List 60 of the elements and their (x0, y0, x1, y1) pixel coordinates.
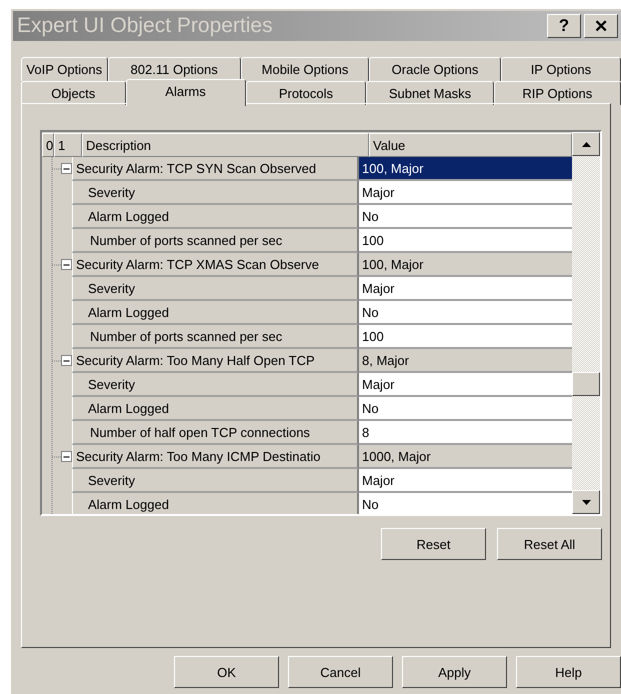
close-button[interactable]: ✕ (584, 14, 618, 38)
property-value[interactable]: Major (359, 277, 572, 301)
property-value[interactable]: 100 (359, 325, 572, 349)
property-name[interactable]: Severity (72, 277, 359, 301)
property-value[interactable]: No (359, 301, 572, 325)
level-header[interactable]: 1 (54, 133, 82, 157)
group-description[interactable]: Security Alarm: Too Many Half Open TCP (72, 349, 359, 373)
up-arrow-icon (582, 142, 590, 146)
help-button[interactable]: ? (547, 14, 581, 38)
group-description[interactable]: Security Alarm: TCP XMAS Scan Observe (72, 253, 359, 277)
collapse-icon[interactable] (61, 451, 72, 462)
property-name[interactable]: Severity (72, 469, 359, 493)
group-description[interactable]: Security Alarm: TCP SYN Scan Observed (72, 157, 359, 181)
dialog-button[interactable]: Help (516, 656, 621, 688)
property-name[interactable]: Alarm Logged (72, 301, 359, 325)
tab[interactable]: Alarms (126, 79, 246, 106)
scroll-thumb[interactable] (572, 372, 600, 396)
property-name[interactable]: Number of half open TCP connections (72, 421, 359, 445)
level-header[interactable]: 0 (42, 133, 54, 157)
window-title: Expert UI Object Properties (17, 14, 274, 38)
dialog-button[interactable]: OK (174, 656, 279, 688)
tab[interactable]: Oracle Options (369, 57, 501, 81)
tab[interactable]: Protocols (246, 81, 366, 105)
panel-button[interactable]: Reset All (497, 528, 602, 560)
column-header[interactable]: Value (369, 133, 572, 157)
down-arrow-icon (582, 500, 590, 504)
panel-button[interactable]: Reset (381, 528, 486, 560)
property-value[interactable]: Major (359, 373, 572, 397)
collapse-icon[interactable] (61, 259, 72, 270)
property-value[interactable]: 8 (359, 421, 572, 445)
tab[interactable]: 802.11 Options (108, 57, 241, 81)
tab[interactable]: Mobile Options (240, 57, 370, 81)
group-description[interactable]: Security Alarm: Too Many ICMP Destinatio (72, 445, 359, 469)
property-value[interactable]: No (359, 205, 572, 229)
property-name[interactable]: Alarm Logged (72, 205, 359, 229)
tab[interactable]: Objects (21, 81, 126, 105)
scroll-down-button[interactable] (572, 490, 600, 514)
group-value[interactable]: 100, Major (359, 157, 572, 181)
dialog-button[interactable]: Cancel (288, 656, 393, 688)
property-name[interactable]: Alarm Logged (72, 493, 359, 514)
column-header[interactable]: Description (82, 133, 369, 157)
property-value[interactable]: No (359, 397, 572, 421)
collapse-icon[interactable] (61, 355, 72, 366)
property-name[interactable]: Severity (72, 181, 359, 205)
dialog-button[interactable]: Apply (402, 656, 507, 688)
property-value[interactable]: Major (359, 181, 572, 205)
property-value[interactable]: No (359, 493, 572, 514)
tab[interactable]: VoIP Options (21, 57, 108, 81)
property-value[interactable]: Major (359, 469, 572, 493)
scroll-up-button[interactable] (572, 132, 600, 156)
property-name[interactable]: Number of ports scanned per sec (72, 229, 359, 253)
property-name[interactable]: Severity (72, 373, 359, 397)
property-value[interactable]: 100 (359, 229, 572, 253)
property-name[interactable]: Alarm Logged (72, 397, 359, 421)
tab[interactable]: IP Options (500, 57, 621, 81)
tab[interactable]: Subnet Masks (366, 81, 494, 105)
tab[interactable]: RIP Options (494, 81, 621, 105)
collapse-icon[interactable] (61, 163, 72, 174)
scrollbar[interactable] (572, 132, 600, 514)
property-name[interactable]: Number of ports scanned per sec (72, 325, 359, 349)
